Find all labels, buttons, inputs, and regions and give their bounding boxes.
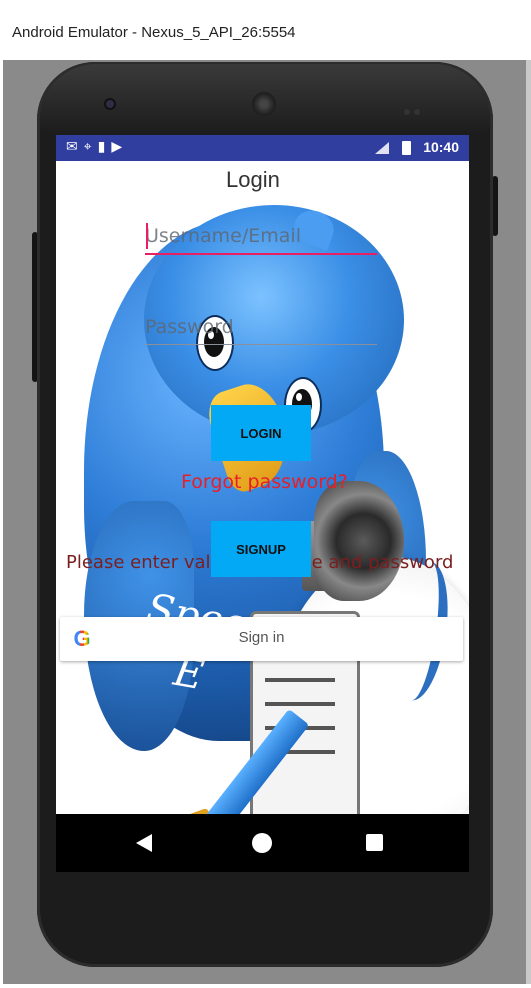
location-icon: ⌖ bbox=[83, 139, 98, 155]
proximity-sensor-icon bbox=[404, 100, 428, 115]
window-right-edge bbox=[526, 60, 531, 984]
earpiece-speaker-icon bbox=[252, 92, 276, 116]
notification-icons: ✉⌖▮▶ bbox=[66, 139, 128, 155]
window-titlebar: Android Emulator - Nexus_5_API_26:5554 bbox=[0, 0, 531, 60]
signal-icon bbox=[375, 142, 389, 154]
status-time: 10:40 bbox=[423, 139, 459, 155]
google-sign-in-button[interactable]: G Sign in bbox=[60, 617, 463, 661]
window-bottom-edge bbox=[0, 984, 531, 988]
recents-icon[interactable] bbox=[366, 834, 383, 851]
sd-card-icon: ▮ bbox=[97, 139, 112, 155]
back-icon[interactable] bbox=[136, 834, 152, 852]
password-input[interactable] bbox=[145, 309, 377, 345]
forgot-password-link[interactable]: Forgot password? bbox=[181, 471, 348, 493]
home-icon[interactable] bbox=[252, 833, 272, 853]
username-input[interactable] bbox=[145, 219, 377, 255]
text-cursor bbox=[146, 223, 148, 249]
device-screen: ✉⌖▮▶ 10:40 Speech E bbox=[56, 135, 469, 872]
login-button[interactable]: LOGIN bbox=[211, 405, 311, 461]
google-sign-in-label: Sign in bbox=[238, 629, 285, 646]
login-screen: Speech E Login bbox=[56, 161, 469, 814]
navigation-bar bbox=[56, 814, 469, 872]
page-title: Login bbox=[226, 167, 280, 192]
front-camera-icon bbox=[104, 98, 116, 110]
battery-icon bbox=[402, 141, 411, 155]
play-store-icon: ▶ bbox=[111, 139, 129, 155]
gmail-icon: ✉ bbox=[66, 139, 84, 155]
emulator-window: Android Emulator - Nexus_5_API_26:5554 ✉… bbox=[0, 0, 531, 988]
window-title: Android Emulator - Nexus_5_API_26:5554 bbox=[12, 24, 296, 41]
signup-button[interactable]: SIGNUP bbox=[211, 521, 311, 577]
status-bar: ✉⌖▮▶ 10:40 bbox=[56, 135, 469, 161]
loudspeaker-icon bbox=[314, 481, 404, 601]
